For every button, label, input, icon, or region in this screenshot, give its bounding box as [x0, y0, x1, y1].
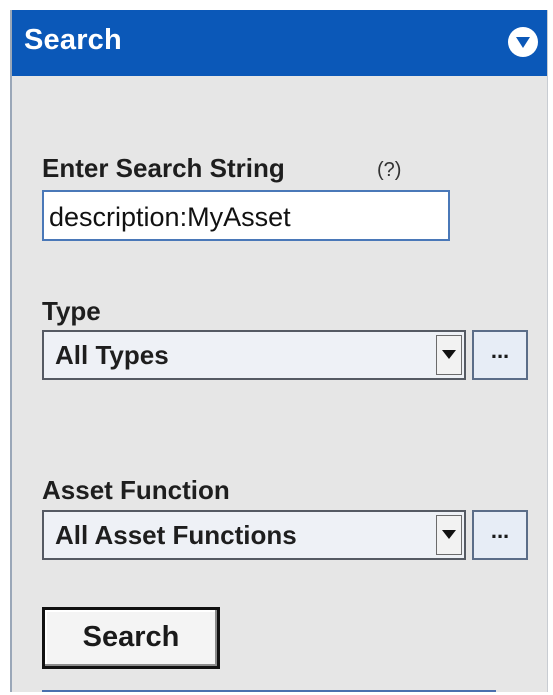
type-select[interactable]: All Types: [42, 330, 466, 380]
type-select-value: All Types: [55, 340, 169, 370]
asset-function-label: Asset Function: [42, 475, 230, 505]
dropdown-arrow-icon[interactable]: [436, 515, 462, 555]
search-input[interactable]: [42, 190, 450, 241]
type-label: Type: [42, 296, 101, 326]
dropdown-arrow-icon[interactable]: [436, 335, 462, 375]
panel-header: Search: [12, 10, 547, 76]
search-button[interactable]: Search: [42, 607, 220, 669]
search-string-label: Enter Search String: [42, 153, 285, 183]
help-link[interactable]: (?): [377, 159, 401, 182]
chevron-down-icon[interactable]: [508, 27, 538, 57]
panel-title: Search: [24, 24, 122, 56]
asset-function-browse-button[interactable]: ...: [472, 510, 528, 560]
asset-function-select[interactable]: All Asset Functions: [42, 510, 466, 560]
type-browse-button[interactable]: ...: [472, 330, 528, 380]
asset-function-select-value: All Asset Functions: [55, 520, 297, 550]
divider: [42, 690, 496, 692]
search-panel: Search Enter Search String (?) Type All …: [10, 10, 548, 692]
